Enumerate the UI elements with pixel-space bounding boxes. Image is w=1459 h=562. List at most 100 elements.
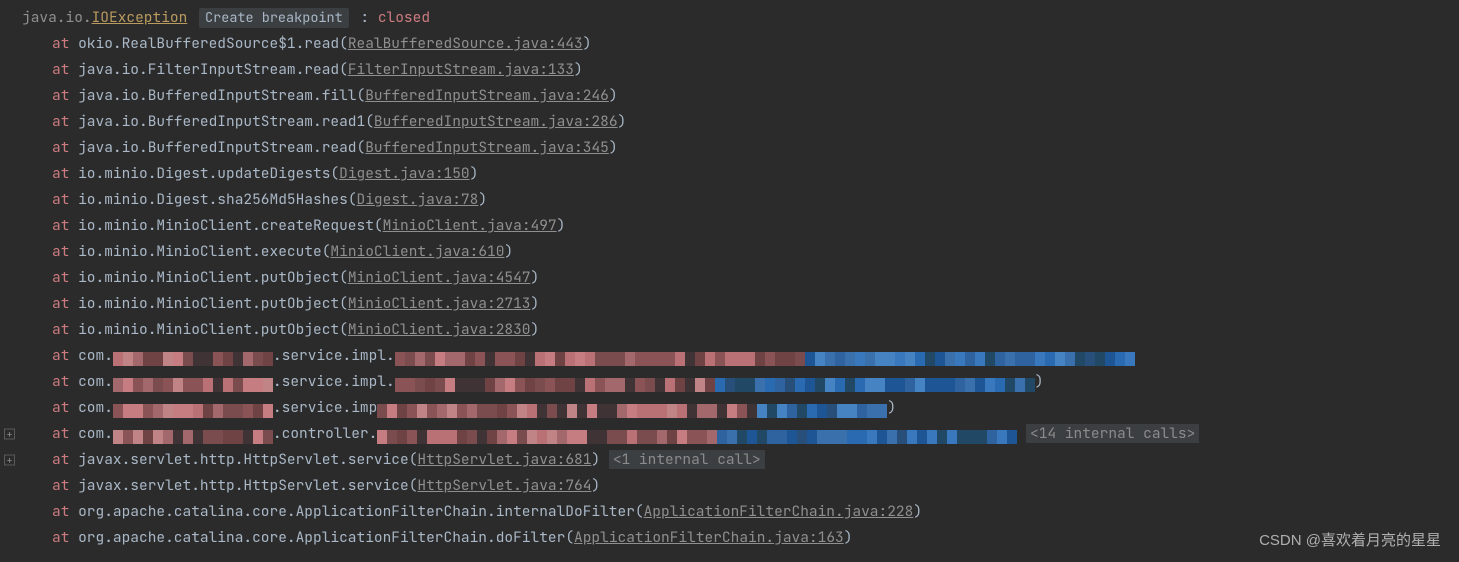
- frame-qualified-name: javax.servlet.http.HttpServlet.service: [78, 476, 409, 495]
- at-keyword: at: [52, 112, 78, 131]
- frame-qualified-name: io.minio.Digest.updateDigests: [78, 164, 330, 183]
- package-path: java.io.: [22, 8, 92, 27]
- at-keyword: at: [52, 450, 78, 469]
- paren-close: ): [470, 164, 479, 183]
- at-keyword: at: [52, 294, 78, 313]
- stack-frame: at io.minio.MinioClient.putObject(MinioC…: [22, 317, 1459, 343]
- frame-mid: .service.impl.: [273, 346, 395, 365]
- at-keyword: at: [52, 320, 78, 339]
- stack-frame: at javax.servlet.http.HttpServlet.servic…: [22, 473, 1459, 499]
- expand-gutter-icon[interactable]: +: [4, 455, 15, 466]
- paren-open: (: [357, 138, 366, 157]
- expand-gutter-icon[interactable]: +: [4, 429, 15, 440]
- redacted-pixelated: [717, 427, 1017, 441]
- frame-qualified-name: io.minio.MinioClient.putObject: [78, 320, 339, 339]
- redacted-pixelated: [395, 349, 805, 363]
- paren-close: ): [844, 528, 853, 547]
- source-link[interactable]: Digest.java:78: [357, 190, 479, 209]
- watermark: CSDN @喜欢着月亮的星星: [1259, 528, 1441, 554]
- redacted-pixelated: [715, 375, 1035, 389]
- colon: :: [352, 8, 378, 27]
- source-link[interactable]: ApplicationFilterChain.java:228: [644, 502, 914, 521]
- redacted-pixelated: [395, 375, 715, 389]
- exception-message: closed: [378, 8, 430, 27]
- at-keyword: at: [52, 216, 78, 235]
- frame-qualified-name: okio.RealBufferedSource$1.read: [78, 34, 339, 53]
- frame-mid: .service.impl.: [273, 372, 395, 391]
- stack-frame: at org.apache.catalina.core.ApplicationF…: [22, 499, 1459, 525]
- stack-frame: +at com..controller. <14 internal calls>: [22, 421, 1459, 447]
- source-link[interactable]: MinioClient.java:2713: [348, 294, 531, 313]
- paren-close: ): [531, 294, 540, 313]
- source-link[interactable]: BufferedInputStream.java:345: [365, 138, 609, 157]
- create-breakpoint-button[interactable]: Create breakpoint: [199, 8, 349, 28]
- stack-frame: at org.apache.catalina.core.ApplicationF…: [22, 525, 1459, 551]
- paren-close: ): [478, 190, 487, 209]
- source-link[interactable]: BufferedInputStream.java:286: [374, 112, 618, 131]
- paren-open: (: [565, 528, 574, 547]
- paren-open: (: [635, 502, 644, 521]
- source-link[interactable]: MinioClient.java:4547: [348, 268, 531, 287]
- frame-qualified-name: java.io.BufferedInputStream.read1: [78, 112, 365, 131]
- stack-frame: +at javax.servlet.http.HttpServlet.servi…: [22, 447, 1459, 473]
- source-link[interactable]: FilterInputStream.java:133: [348, 60, 574, 79]
- redacted-pixelated: [805, 349, 1135, 363]
- stack-frame: at java.io.FilterInputStream.read(Filter…: [22, 57, 1459, 83]
- frame-qualified-name: org.apache.catalina.core.ApplicationFilt…: [78, 502, 635, 521]
- source-link[interactable]: HttpServlet.java:681: [417, 450, 591, 469]
- frame-prefix: com.: [78, 398, 113, 417]
- frame-qualified-name: java.io.BufferedInputStream.fill: [78, 86, 356, 105]
- paren-open: (: [330, 164, 339, 183]
- at-keyword: at: [52, 242, 78, 261]
- stack-frame: at io.minio.MinioClient.execute(MinioCli…: [22, 239, 1459, 265]
- at-keyword: at: [52, 34, 78, 53]
- stack-frame: at io.minio.MinioClient.createRequest(Mi…: [22, 213, 1459, 239]
- source-link[interactable]: ApplicationFilterChain.java:163: [574, 528, 844, 547]
- stack-frame: at com. .service.impl.: [22, 343, 1459, 369]
- paren-close: ): [583, 34, 592, 53]
- paren-close: ): [574, 60, 583, 79]
- paren-open: (: [339, 268, 348, 287]
- paren-open: (: [357, 86, 366, 105]
- exception-class-link[interactable]: IOException: [92, 8, 188, 27]
- redacted-pixelated: [757, 401, 887, 415]
- frame-prefix: com.: [78, 346, 113, 365]
- paren-close: ): [591, 476, 600, 495]
- exception-header: java.io.IOException Create breakpoint : …: [22, 5, 1459, 31]
- internal-calls-badge[interactable]: <14 internal calls>: [1026, 424, 1199, 443]
- frame-qualified-name: javax.servlet.http.HttpServlet.service: [78, 450, 409, 469]
- source-link[interactable]: RealBufferedSource.java:443: [348, 34, 583, 53]
- stack-frame: at io.minio.MinioClient.putObject(MinioC…: [22, 265, 1459, 291]
- paren-open: (: [339, 34, 348, 53]
- redacted-pixelated: [113, 349, 273, 363]
- source-link[interactable]: MinioClient.java:610: [330, 242, 504, 261]
- paren-close: ): [557, 216, 566, 235]
- redacted-pixelated: [113, 427, 273, 441]
- source-link[interactable]: BufferedInputStream.java:246: [365, 86, 609, 105]
- at-keyword: at: [52, 476, 78, 495]
- at-keyword: at: [52, 268, 78, 287]
- frame-qualified-name: io.minio.MinioClient.putObject: [78, 294, 339, 313]
- stack-frame: at com..service.imp): [22, 395, 1459, 421]
- at-keyword: at: [52, 424, 78, 443]
- stack-frame: at com..service.impl.): [22, 369, 1459, 395]
- source-link[interactable]: HttpServlet.java:764: [417, 476, 591, 495]
- frame-qualified-name: java.io.BufferedInputStream.read: [78, 138, 356, 157]
- source-link[interactable]: MinioClient.java:497: [383, 216, 557, 235]
- frame-mid: .controller.: [273, 424, 377, 443]
- frame-qualified-name: io.minio.MinioClient.createRequest: [78, 216, 374, 235]
- stack-frame: at java.io.BufferedInputStream.fill(Buff…: [22, 83, 1459, 109]
- paren-close: ): [1035, 372, 1044, 391]
- paren-close: ): [913, 502, 922, 521]
- stack-frame: at io.minio.Digest.updateDigests(Digest.…: [22, 161, 1459, 187]
- source-link[interactable]: Digest.java:150: [339, 164, 470, 183]
- stack-frame: at java.io.BufferedInputStream.read(Buff…: [22, 135, 1459, 161]
- at-keyword: at: [52, 346, 78, 365]
- source-link[interactable]: MinioClient.java:2830: [348, 320, 531, 339]
- at-keyword: at: [52, 138, 78, 157]
- at-keyword: at: [52, 60, 78, 79]
- frame-prefix: com.: [78, 372, 113, 391]
- stack-frame: at okio.RealBufferedSource$1.read(RealBu…: [22, 31, 1459, 57]
- paren-open: (: [365, 112, 374, 131]
- internal-calls-badge[interactable]: <1 internal call>: [609, 450, 765, 469]
